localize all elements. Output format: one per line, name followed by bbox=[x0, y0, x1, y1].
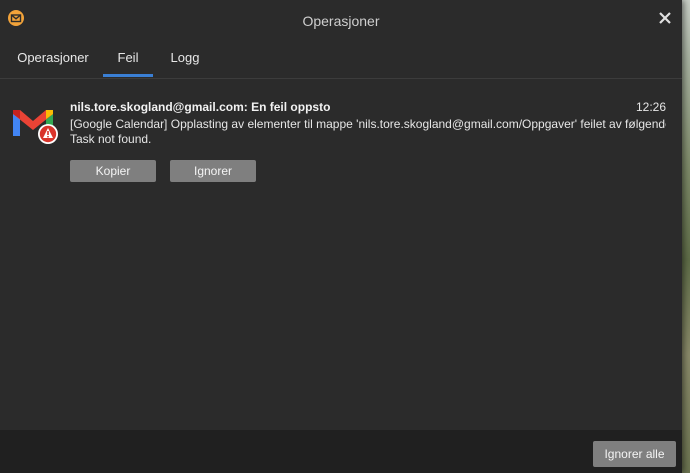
ignore-button[interactable]: Ignorer bbox=[170, 160, 256, 182]
window-title: Operasjoner bbox=[302, 13, 380, 29]
operations-dialog: Operasjoner Operasjoner Feil Logg nils.t… bbox=[0, 0, 682, 473]
error-time: 12:26 bbox=[635, 100, 666, 114]
error-message-line: Task not found. bbox=[70, 132, 152, 146]
error-heading: nils.tore.skogland@gmail.com: En feil op… bbox=[70, 100, 331, 114]
error-message: [Google Calendar] Opplasting av elemente… bbox=[70, 117, 666, 147]
tab-logg[interactable]: Logg bbox=[160, 38, 210, 78]
tab-bar: Operasjoner Feil Logg bbox=[0, 38, 682, 79]
gmail-error-icon bbox=[12, 104, 60, 148]
footer-bar: Ignorer alle bbox=[0, 430, 682, 473]
tab-feil[interactable]: Feil bbox=[103, 38, 153, 78]
ignore-all-button[interactable]: Ignorer alle bbox=[593, 441, 676, 467]
close-icon[interactable] bbox=[656, 9, 674, 27]
active-tab-indicator bbox=[103, 74, 153, 77]
copy-button[interactable]: Kopier bbox=[70, 160, 156, 182]
tab-operasjoner[interactable]: Operasjoner bbox=[13, 38, 93, 78]
error-message-line: [Google Calendar] Opplasting av elemente… bbox=[70, 117, 666, 131]
title-bar: Operasjoner bbox=[0, 0, 682, 38]
